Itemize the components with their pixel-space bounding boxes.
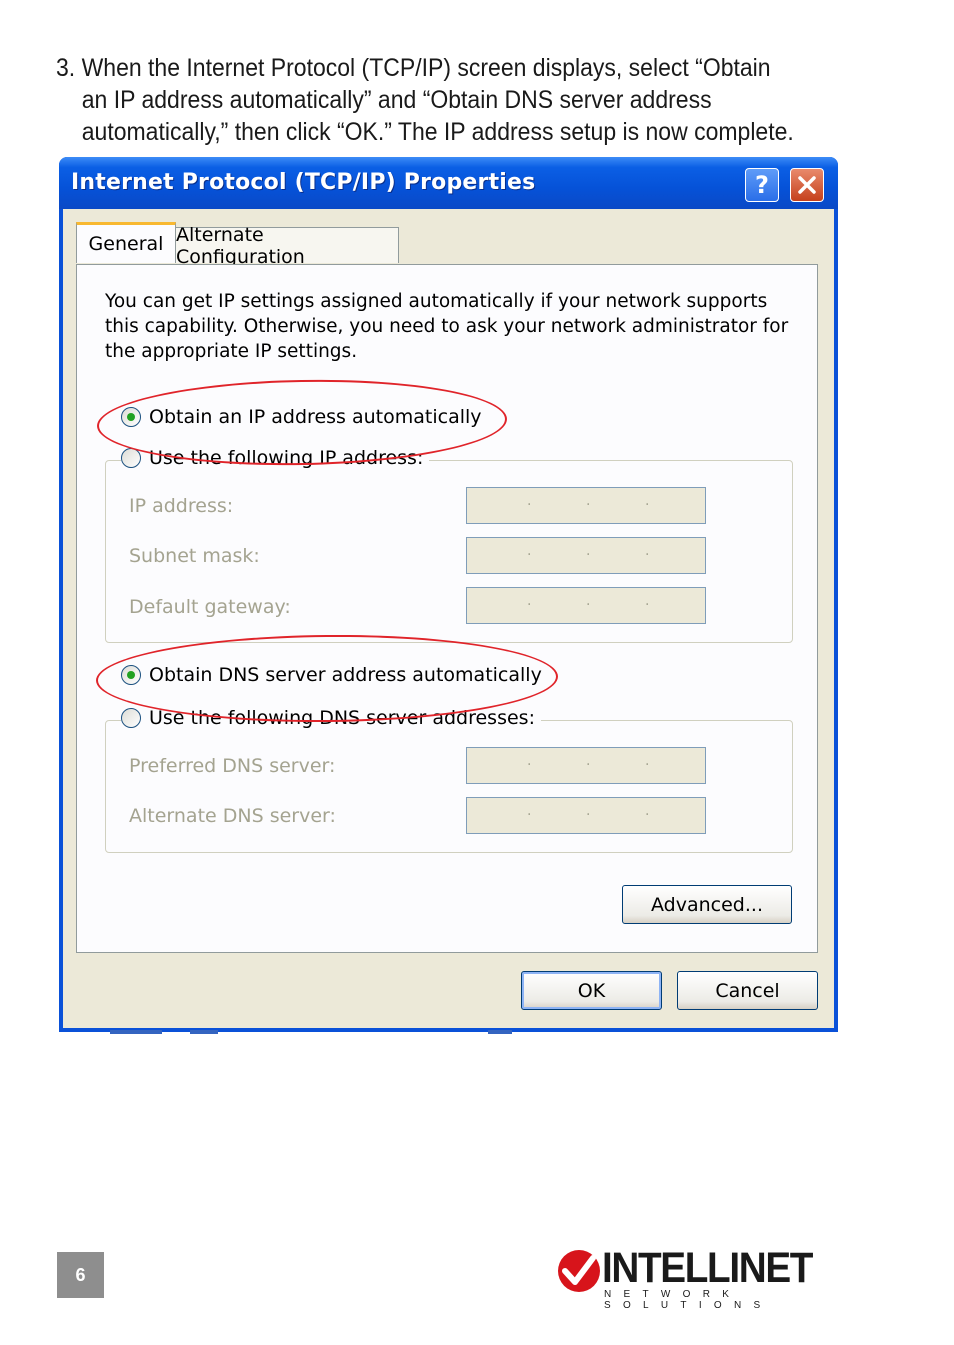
alternate-dns-field[interactable]: ... <box>466 797 706 834</box>
cancel-button[interactable]: Cancel <box>677 971 818 1010</box>
use-following-ip-label: Use the following IP address: <box>149 447 424 469</box>
logo-wordmark: INTELLINET <box>602 1244 813 1292</box>
tab-alternate-configuration[interactable]: Alternate Configuration <box>175 224 399 268</box>
subnet-mask-field[interactable]: ... <box>466 537 706 574</box>
close-icon <box>798 176 816 194</box>
logo-tagline: NETWORK SOLUTIONS <box>604 1289 773 1311</box>
obtain-ip-auto-label: Obtain an IP address automatically <box>149 406 482 428</box>
dialog-client-area: General Alternate Configuration You can … <box>63 209 834 1028</box>
instruction-text: 3. When the Internet Protocol (TCP/IP) s… <box>56 52 794 148</box>
help-icon: ? <box>755 171 769 199</box>
page-number-badge: 6 <box>57 1252 104 1298</box>
instruction-line-2: an IP address automatically” and “Obtain… <box>81 86 712 114</box>
taskbar-remnant <box>488 1030 512 1034</box>
radio-unchecked-icon[interactable] <box>121 448 141 468</box>
intellinet-logo: INTELLINET NETWORK SOLUTIONS <box>556 1244 842 1311</box>
use-following-dns-option[interactable]: Use the following DNS server addresses: <box>121 707 541 729</box>
use-following-ip-option[interactable]: Use the following IP address: <box>121 447 430 469</box>
instruction-line-3: automatically,” then click “OK.” The IP … <box>81 118 794 146</box>
close-button[interactable] <box>790 168 824 202</box>
radio-checked-icon[interactable] <box>121 407 141 427</box>
ip-address-field[interactable]: ... <box>466 487 706 524</box>
default-gateway-label: Default gateway: <box>129 596 291 618</box>
ok-button[interactable]: OK <box>521 971 662 1010</box>
description-line: You can get IP settings assigned automat… <box>105 291 768 312</box>
checkmark-logo-icon <box>558 1250 600 1292</box>
subnet-mask-label: Subnet mask: <box>129 545 260 567</box>
advanced-button[interactable]: Advanced... <box>622 885 792 924</box>
obtain-dns-auto-option[interactable]: Obtain DNS server address automatically <box>121 664 548 686</box>
ip-address-label: IP address: <box>129 495 234 517</box>
preferred-dns-field[interactable]: ... <box>466 747 706 784</box>
default-gateway-field[interactable]: ... <box>466 587 706 624</box>
obtain-ip-auto-option[interactable]: Obtain an IP address automatically <box>121 406 488 428</box>
general-tab-panel: You can get IP settings assigned automat… <box>76 264 818 953</box>
radio-checked-icon[interactable] <box>121 665 141 685</box>
dialog-titlebar: Internet Protocol (TCP/IP) Properties ? <box>59 157 838 209</box>
tcpip-properties-dialog: Internet Protocol (TCP/IP) Properties ? … <box>59 157 838 1032</box>
tab-general[interactable]: General <box>76 222 176 263</box>
alternate-dns-label: Alternate DNS server: <box>129 805 336 827</box>
description-line: the appropriate IP settings. <box>105 341 358 362</box>
radio-unchecked-icon[interactable] <box>121 708 141 728</box>
obtain-dns-auto-label: Obtain DNS server address automatically <box>149 664 542 686</box>
taskbar-remnant <box>110 1030 162 1034</box>
taskbar-remnant <box>190 1030 218 1034</box>
instruction-line-1: 3. When the Internet Protocol (TCP/IP) s… <box>56 54 771 82</box>
help-button[interactable]: ? <box>745 168 779 202</box>
description-line: this capability. Otherwise, you need to … <box>105 316 789 337</box>
use-following-dns-label: Use the following DNS server addresses: <box>149 707 535 729</box>
dialog-title: Internet Protocol (TCP/IP) Properties <box>71 170 536 195</box>
description-text: You can get IP settings assigned automat… <box>105 289 795 364</box>
preferred-dns-label: Preferred DNS server: <box>129 755 336 777</box>
